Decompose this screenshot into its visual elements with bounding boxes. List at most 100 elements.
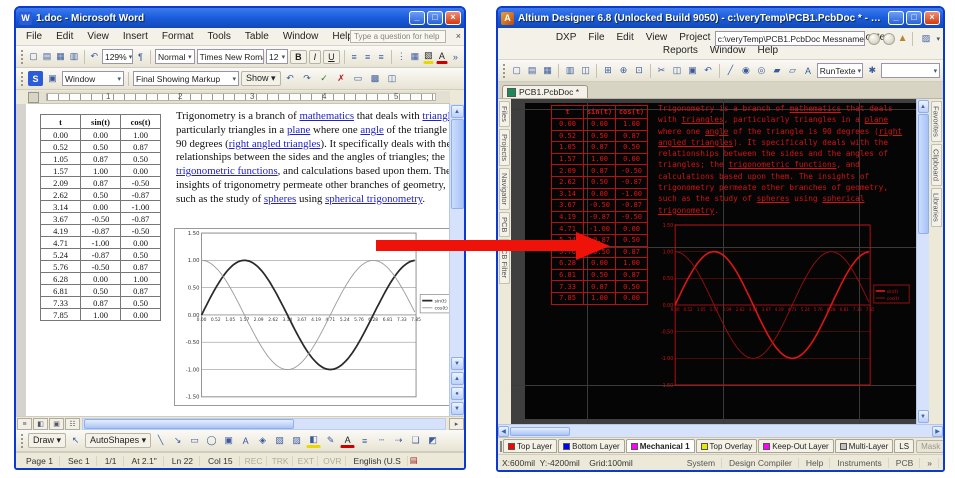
status-button-system[interactable]: System — [681, 458, 722, 468]
browse-object-icon[interactable]: ● — [451, 387, 464, 400]
next-page-icon[interactable]: ▼ — [451, 402, 464, 415]
italic-button[interactable]: I — [309, 50, 322, 64]
close-button[interactable]: × — [924, 11, 940, 25]
diagram-icon[interactable]: ◈ — [255, 433, 270, 448]
panel-tab-libraries[interactable]: Libraries — [931, 188, 942, 227]
normal-view-button[interactable]: ≡ — [17, 418, 32, 430]
rectangle-icon[interactable]: ▭ — [187, 433, 202, 448]
undo-icon[interactable]: ↶ — [88, 49, 100, 64]
menu-project[interactable]: Project — [673, 31, 716, 44]
arrow-icon[interactable]: ↘ — [170, 433, 185, 448]
hyperlink[interactable]: trigonometric functions — [728, 160, 836, 169]
word-paragraph[interactable]: Trigonometry is a branch of mathematics … — [176, 110, 449, 207]
hyperlink[interactable]: plane — [287, 124, 310, 136]
minimize-button[interactable]: _ — [409, 11, 425, 25]
scroll-left-icon[interactable]: ◀ — [498, 426, 509, 437]
hyperlink[interactable]: triangles — [422, 110, 449, 122]
document-path-select[interactable]: c:\veryTemp\PCB1.PcbDoc Messname *▾ — [715, 31, 865, 46]
align-left-icon[interactable]: ≡ — [348, 49, 360, 64]
hscroll-thumb[interactable] — [84, 419, 294, 429]
hscroll-right-icon[interactable]: ▸ — [449, 418, 464, 430]
snagit-window-select[interactable]: Window▾ — [62, 71, 124, 86]
numbering-icon[interactable]: ⋮ — [396, 49, 408, 64]
new-document-icon[interactable]: ▢ — [510, 63, 524, 78]
underline-button[interactable]: U — [323, 50, 340, 64]
tab-pcb1-pcbdoc[interactable]: PCB1.PcbDoc * — [502, 85, 588, 98]
hyperlink[interactable]: spheres — [757, 194, 790, 203]
minimize-button[interactable]: _ — [888, 11, 904, 25]
open-icon[interactable]: ▤ — [41, 49, 53, 64]
scroll-down-icon[interactable]: ▼ — [451, 357, 464, 370]
hyperlink[interactable]: mathematics — [299, 110, 354, 122]
print-icon[interactable]: ▥ — [68, 49, 80, 64]
zoom-select[interactable]: 129%▾ — [102, 49, 133, 64]
pcb-data-table[interactable]: tsin(t)cos(t)0.000.001.000.520.500.871.0… — [551, 105, 648, 305]
reject-change-icon[interactable]: ✗ — [334, 71, 349, 86]
accept-change-icon[interactable]: ✓ — [317, 71, 332, 86]
overflow-chevron-icon[interactable]: » — [450, 49, 462, 64]
font-select[interactable]: Times New Roman▾ — [197, 49, 264, 64]
word-vertical-scrollbar[interactable]: ▲ ▼ ▲ ● ▼ — [449, 104, 464, 416]
snowflake-icon[interactable]: ✱ — [865, 63, 879, 78]
help-question-input[interactable]: Type a question for help — [350, 30, 446, 43]
align-center-icon[interactable]: ≡ — [362, 49, 374, 64]
clip-art-icon[interactable]: ▧ — [272, 433, 287, 448]
place-fill-icon[interactable]: ▰ — [770, 63, 784, 78]
menu-window[interactable]: Window — [277, 30, 325, 43]
hyperlink[interactable]: angle — [705, 127, 728, 136]
word-titlebar[interactable]: W 1.doc - Microsoft Word _ □ × — [16, 8, 464, 28]
wordart-icon[interactable]: A — [238, 433, 253, 448]
undo-icon[interactable]: ↶ — [701, 63, 715, 78]
autoshapes-menu-button[interactable]: AutoShapes ▾ — [85, 433, 151, 448]
maximize-button[interactable]: □ — [906, 11, 922, 25]
menu-file[interactable]: File — [20, 30, 48, 43]
print-icon[interactable]: ▥ — [563, 63, 577, 78]
scroll-down-icon[interactable]: ▼ — [918, 410, 929, 423]
status-button-»[interactable]: » — [921, 458, 939, 468]
reviewing-pane-icon[interactable]: ◫ — [385, 71, 400, 86]
horizontal-ruler[interactable]: 12345 — [28, 91, 450, 104]
pcb-paragraph[interactable]: Trigonometry is a branch of mathematics … — [658, 103, 910, 216]
layer-tab-top-overlay[interactable]: Top Overlay — [696, 439, 758, 453]
text-box-icon[interactable]: ▣ — [221, 433, 236, 448]
print-preview-icon[interactable]: ◫ — [579, 63, 593, 78]
paragraph-marks-icon[interactable]: ¶ — [135, 49, 147, 64]
hyperlink[interactable]: triangles — [681, 115, 723, 124]
status-flag-rec[interactable]: REC — [242, 456, 267, 466]
previous-change-icon[interactable]: ↶ — [283, 71, 298, 86]
snagit-icon[interactable]: S — [28, 71, 43, 86]
forward-button[interactable] — [883, 33, 895, 45]
word-document-page[interactable]: tsin(t)cos(t)0.000.001.000.520.500.871.0… — [16, 104, 449, 416]
dash-style-icon[interactable]: ┄ — [374, 433, 389, 448]
menu-view[interactable]: View — [640, 31, 674, 44]
hyperlink[interactable]: mathematics — [789, 104, 841, 113]
line-color-icon[interactable]: ✎ — [323, 433, 338, 448]
layer-tab-keep-out-layer[interactable]: Keep-Out Layer — [758, 439, 833, 453]
copy-icon[interactable]: ◫ — [670, 63, 684, 78]
status-flag-trk[interactable]: TRK — [269, 456, 293, 466]
insert-picture-icon[interactable]: ▨ — [289, 433, 304, 448]
word-data-table[interactable]: tsin(t)cos(t)0.000.001.000.520.500.871.0… — [40, 114, 161, 321]
altium-titlebar[interactable]: A Altium Designer 6.8 (Unlocked Build 90… — [498, 8, 943, 28]
hscroll-thumb[interactable] — [510, 427, 570, 436]
layer-tab-mechanical-1[interactable]: Mechanical 1 — [626, 439, 695, 453]
up-one-level-icon[interactable]: ▲ — [898, 33, 908, 44]
font-color-2-icon[interactable]: A — [340, 433, 355, 448]
status-flag-ovr[interactable]: OVR — [320, 456, 345, 466]
menu-reports[interactable]: Reports — [657, 44, 704, 57]
oval-icon[interactable]: ◯ — [204, 433, 219, 448]
threed-style-icon[interactable]: ◩ — [425, 433, 440, 448]
altium-vertical-scrollbar[interactable]: ▲ ▼ — [916, 99, 929, 424]
font-color-icon[interactable]: A — [436, 49, 448, 64]
hyperlink[interactable]: right angled triangles — [229, 138, 321, 150]
menu-tools[interactable]: Tools — [202, 30, 237, 43]
status-button-help[interactable]: Help — [800, 458, 830, 468]
web-layout-view-button[interactable]: ◧ — [33, 418, 48, 430]
mask-level-button[interactable]: Mask Level — [916, 440, 945, 453]
panel-tab-clipboard[interactable]: Clipboard — [931, 144, 942, 186]
menu-format[interactable]: Format — [156, 30, 200, 43]
status-button-design-compiler[interactable]: Design Compiler — [723, 458, 799, 468]
scroll-right-icon[interactable]: ▶ — [932, 426, 943, 437]
place-line-icon[interactable]: ╱ — [724, 63, 738, 78]
menubar-close-icon[interactable]: × — [456, 31, 461, 41]
